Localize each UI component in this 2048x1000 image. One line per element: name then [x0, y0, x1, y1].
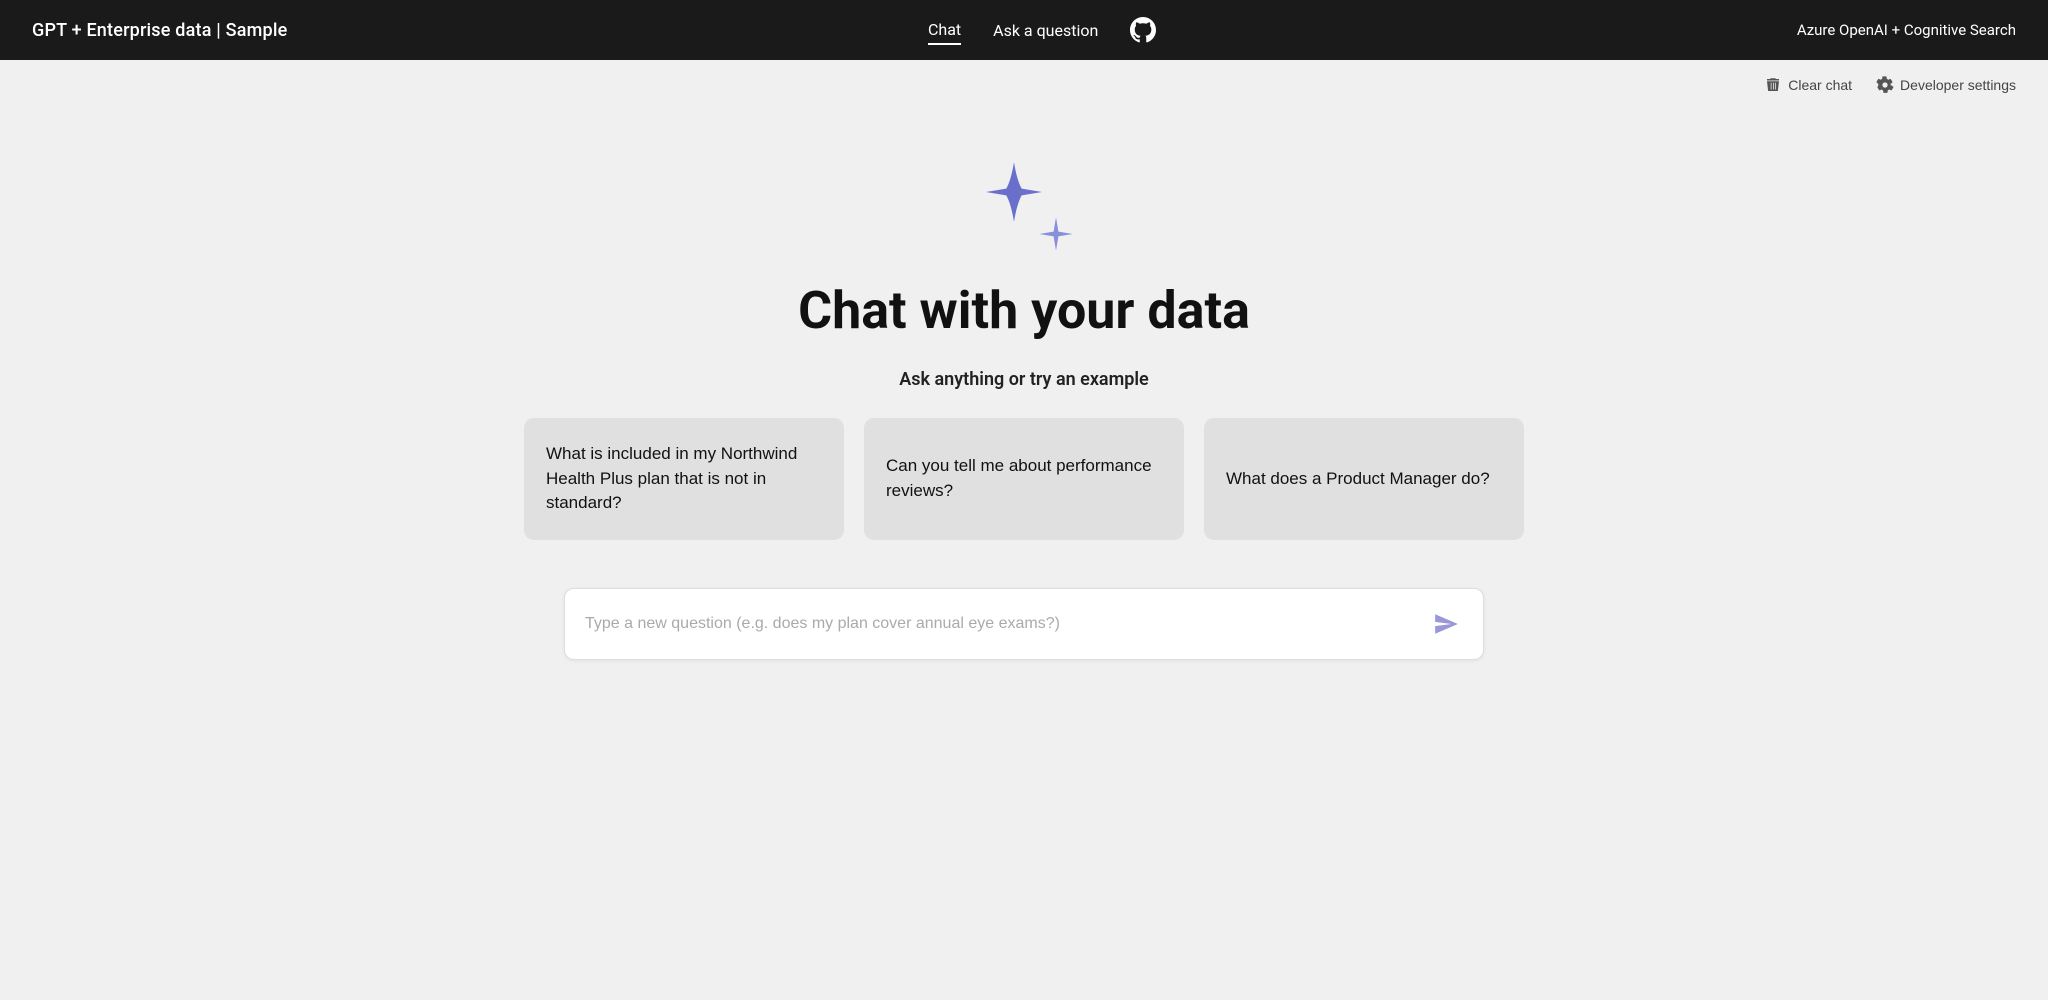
- app-header: GPT + Enterprise data | Sample Chat Ask …: [0, 0, 2048, 60]
- sparkle-large-icon: [984, 162, 1044, 222]
- github-icon[interactable]: [1130, 17, 1156, 43]
- main-title: Chat with your data: [798, 280, 1250, 341]
- nav-ask[interactable]: Ask a question: [993, 17, 1098, 44]
- example-cards-container: What is included in my Northwind Health …: [524, 418, 1524, 540]
- toolbar: Clear chat Developer settings: [0, 60, 2048, 102]
- send-button[interactable]: [1429, 607, 1463, 641]
- nav-chat[interactable]: Chat: [928, 16, 961, 45]
- clear-chat-button[interactable]: Clear chat: [1764, 76, 1852, 94]
- header-nav: Chat Ask a question: [928, 16, 1156, 45]
- send-icon: [1433, 611, 1459, 637]
- chat-input[interactable]: [585, 615, 1429, 633]
- app-title: GPT + Enterprise data | Sample: [32, 20, 287, 41]
- main-subtitle: Ask anything or try an example: [899, 369, 1148, 390]
- example-card-0[interactable]: What is included in my Northwind Health …: [524, 418, 844, 540]
- chat-input-container: [564, 588, 1484, 660]
- clear-chat-label: Clear chat: [1788, 77, 1852, 93]
- gear-icon: [1876, 76, 1894, 94]
- header-service-label: Azure OpenAI + Cognitive Search: [1797, 21, 2016, 39]
- sparkle-small-icon: [1038, 216, 1074, 252]
- trash-icon: [1764, 76, 1782, 94]
- developer-settings-label: Developer settings: [1900, 77, 2016, 93]
- sparkle-icon-container: [974, 162, 1074, 252]
- example-card-1[interactable]: Can you tell me about performance review…: [864, 418, 1184, 540]
- example-card-2[interactable]: What does a Product Manager do?: [1204, 418, 1524, 540]
- developer-settings-button[interactable]: Developer settings: [1876, 76, 2016, 94]
- main-content: Chat with your data Ask anything or try …: [0, 102, 2048, 1000]
